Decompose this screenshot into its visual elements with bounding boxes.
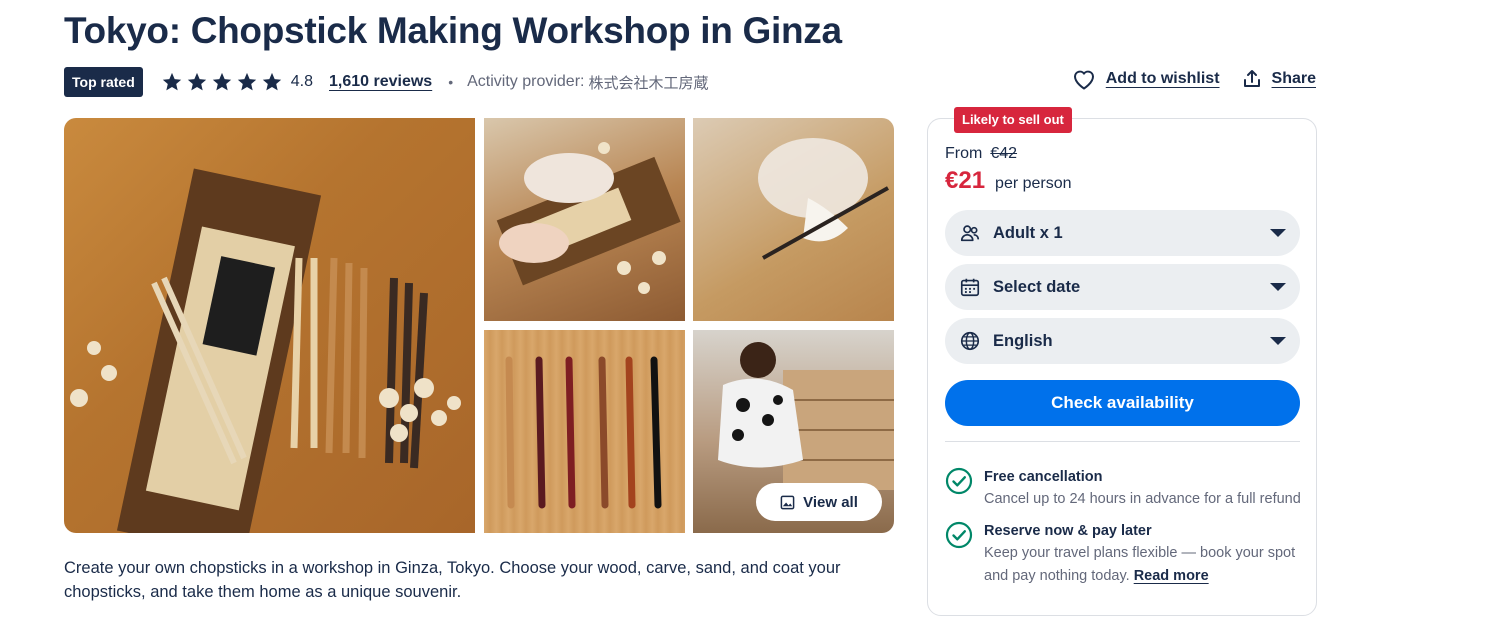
gallery-photo-5[interactable]: View all xyxy=(693,330,894,533)
photo-gallery: View all xyxy=(64,118,894,533)
gallery-photo-3[interactable] xyxy=(693,118,894,321)
hands-carving-illustration xyxy=(496,142,681,294)
language-value: English xyxy=(993,331,1053,350)
heart-icon xyxy=(1073,70,1094,90)
reviews-link[interactable]: 1,610 reviews xyxy=(329,73,432,91)
image-icon xyxy=(780,495,795,509)
globe-icon xyxy=(960,331,980,351)
top-rated-badge: Top rated xyxy=(64,67,143,97)
meta-row: Top rated 4.8 1,610 reviews • Activity p… xyxy=(64,67,709,97)
participants-value: Adult x 1 xyxy=(993,223,1063,242)
star-icon xyxy=(162,72,181,91)
from-label: From xyxy=(945,145,983,162)
likely-to-sell-out-badge: Likely to sell out xyxy=(954,107,1072,133)
from-price-row: From €42 xyxy=(945,145,1017,163)
booking-panel: Likely to sell out From €42 €21 per pers… xyxy=(927,107,1317,616)
benefit-description: Cancel up to 24 hours in advance for a f… xyxy=(984,491,1301,507)
divider xyxy=(945,441,1300,442)
reserve-now-pay-later-benefit: Reserve now & pay later Keep your travel… xyxy=(945,521,1305,588)
add-to-wishlist-button[interactable]: Add to wishlist xyxy=(1072,68,1220,90)
finished-chopsticks-illustration xyxy=(505,356,662,509)
check-availability-button[interactable]: Check availability xyxy=(945,380,1300,426)
star-icon xyxy=(187,72,206,91)
share-button[interactable]: Share xyxy=(1242,69,1316,89)
star-icon xyxy=(212,72,231,91)
date-value: Select date xyxy=(993,277,1081,296)
language-dropdown[interactable]: English xyxy=(945,318,1300,364)
chevron-down-icon xyxy=(1270,337,1286,345)
date-picker[interactable]: Select date xyxy=(945,264,1300,310)
benefit-title: Free cancellation xyxy=(984,469,1103,485)
star-icon xyxy=(237,72,256,91)
participants-icon xyxy=(960,225,980,242)
wishlist-label: Add to wishlist xyxy=(1105,70,1220,87)
provider-name: 株式会社木工房蔵 xyxy=(588,73,709,92)
free-cancellation-benefit: Free cancellation Cancel up to 24 hours … xyxy=(945,467,1305,511)
view-all-label: View all xyxy=(803,493,858,511)
share-icon xyxy=(1243,70,1260,87)
gloved-hand-illustration xyxy=(758,138,889,260)
rating-stars xyxy=(161,71,283,93)
gallery-photo-4[interactable] xyxy=(484,330,685,533)
chevron-down-icon xyxy=(1270,229,1286,237)
benefit-description: Keep your travel plans flexible — book y… xyxy=(984,542,1305,588)
separator-dot: • xyxy=(448,74,454,90)
check-circle-icon xyxy=(945,521,973,549)
top-actions: Add to wishlist Share xyxy=(1072,68,1316,90)
rating-value: 4.8 xyxy=(290,73,313,90)
per-person-label: per person xyxy=(995,175,1072,192)
gallery-photo-main[interactable] xyxy=(64,118,475,533)
read-more-link[interactable]: Read more xyxy=(1134,568,1209,584)
provider-label: Activity provider: xyxy=(467,73,585,90)
sale-price: €21 xyxy=(945,167,986,194)
gallery-photo-2[interactable] xyxy=(484,118,685,321)
view-all-button[interactable]: View all xyxy=(756,483,882,521)
benefit-title: Reserve now & pay later xyxy=(984,523,1152,539)
check-circle-icon xyxy=(945,467,973,495)
share-label: Share xyxy=(1271,70,1316,87)
calendar-icon xyxy=(960,278,980,297)
original-price: €42 xyxy=(990,145,1018,162)
price-row: €21 per person xyxy=(945,167,1072,195)
chopstick-kit-illustration xyxy=(70,168,461,533)
chevron-down-icon xyxy=(1270,283,1286,291)
page-title: Tokyo: Chopstick Making Workshop in Ginz… xyxy=(64,10,842,51)
activity-description: Create your own chopsticks in a workshop… xyxy=(64,559,841,601)
star-icon xyxy=(262,72,281,91)
participants-dropdown[interactable]: Adult x 1 xyxy=(945,210,1300,256)
